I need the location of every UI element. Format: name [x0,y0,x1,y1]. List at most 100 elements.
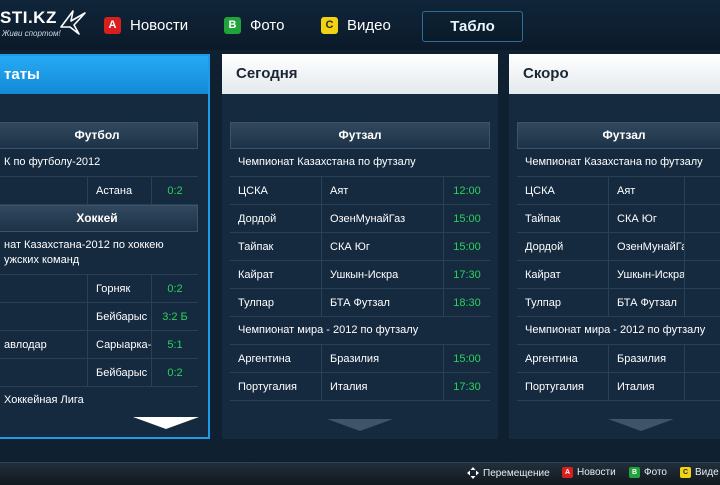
home-team: Португалия [230,373,322,400]
match-result [685,233,720,260]
match-row[interactable]: Тулпар БТА Футзал 18:30 [230,289,490,317]
league-row[interactable]: Хоккейная Лига [0,387,198,411]
logo-text: STI.KZ [0,8,57,27]
nav-video-label: Видео [347,16,391,34]
footer-photo-label: Фото [644,467,667,478]
panel-upcoming[interactable]: Скоро Футзал Чемпионат Казахстана по футза… [509,54,720,439]
match-result: 15:00 [453,241,481,253]
home-team: авлодар [0,331,88,358]
match-result [685,261,720,288]
match-row[interactable]: Аргентина Бразилия 15:00 [230,345,490,373]
match-row[interactable]: Тайпак СКА Юг 15:00 [230,233,490,261]
footer-hints: Перемещение A Новости B Фото C Виде [0,462,720,485]
footer-hint-move: Перемещение [467,467,550,479]
site-logo[interactable]: STI.KZ Живи спортом! [0,7,96,43]
league-row[interactable]: нат Казахстана-2012 по хоккею ужских ком… [0,232,198,275]
home-team: Аргентина [517,345,609,372]
match-row[interactable]: ЦСКА Аят 12:00 [230,177,490,205]
match-row[interactable]: ЦСКА Аят [517,177,720,205]
scroll-down-icon[interactable] [133,417,199,429]
away-team: ОзенМунайГаз [609,233,685,260]
match-result [685,289,720,316]
home-team: ЦСКА [230,177,322,204]
bird-logo-icon [60,10,86,35]
match-row[interactable]: Дордой ОзенМунайГаз [517,233,720,261]
logo-slogan: Живи спортом! [2,29,61,38]
match-row[interactable]: Кайрат Ушкын-Искра 17:30 [230,261,490,289]
home-team: Португалия [517,373,609,400]
home-team: Тулпар [517,289,609,316]
away-team: Сарыарка-2 [88,331,152,358]
league-row[interactable]: Чемпионат Казахстана по футзалу [230,149,490,177]
away-team: СКА Юг [322,233,444,260]
match-result: 0:2 [167,283,183,295]
nav-photo[interactable]: B Фото [224,13,284,37]
sport-header: Футбол [0,122,198,149]
home-team: Кайрат [230,261,322,288]
league-row[interactable]: Чемпионат мира - 2012 по футзалу [230,317,490,345]
panel-body: Футзал Чемпионат Казахстана по футзалу ЦСК… [517,122,720,413]
sport-header: Футзал [230,122,490,149]
away-team: СКА Юг [609,205,685,232]
key-b-icon: B [224,16,241,34]
match-result [685,205,720,232]
sport-header: Хоккей [0,205,198,232]
away-team: Бразилия [322,345,444,372]
match-row[interactable]: Бейбарыс 0:2 [0,359,198,387]
match-row[interactable]: Аргентина Бразилия [517,345,720,373]
match-result: 15:00 [453,213,481,225]
match-row[interactable]: Астана 0:2 [0,177,198,205]
home-team: Тайпак [230,233,322,260]
away-team: Бейбарыс [88,359,152,386]
match-row[interactable]: Дордой ОзенМунайГаз 15:00 [230,205,490,233]
match-result: 15:00 [453,353,481,365]
key-b-small-icon: B [629,467,640,478]
nav-news[interactable]: A Новости [104,13,188,37]
home-team [0,275,88,302]
tablo-button[interactable]: Табло [422,11,523,42]
match-row[interactable]: Португалия Италия [517,373,720,401]
away-team: Италия [322,373,444,400]
panel-title[interactable]: Скоро [509,54,720,94]
match-result [685,345,720,372]
key-a-icon: A [104,16,121,34]
match-row[interactable]: Бейбарыс 3:2 Б [0,303,198,331]
match-result: 5:1 [167,339,183,351]
match-row[interactable]: авлодар Сарыарка-2 5:1 [0,331,198,359]
match-result [685,177,720,204]
nav-video[interactable]: C Видео [321,13,391,37]
home-team [0,177,88,204]
panel-title[interactable]: таты [0,56,208,94]
league-row[interactable]: Чемпионат Казахстана по футзалу [517,149,720,177]
match-result: 3:2 Б [162,311,188,323]
away-team: Горняк [88,275,152,302]
match-result [685,373,720,400]
match-row[interactable]: Тулпар БТА Футзал [517,289,720,317]
panel-today[interactable]: Сегодня Футзал Чемпионат Казахстана по фут… [222,54,498,439]
footer-news-label: Новости [577,467,616,478]
match-row[interactable]: Тайпак СКА Юг [517,205,720,233]
away-team: ОзенМунайГаз [322,205,444,232]
scroll-down-icon[interactable] [608,419,674,431]
footer-video-label: Виде [695,467,719,478]
away-team: Бразилия [609,345,685,372]
match-result: 18:30 [453,297,481,309]
panel-results[interactable]: таты Футбол К по футболу-2012 Астана 0:2 Хокк… [0,54,210,439]
dpad-icon [467,467,479,479]
key-c-icon: C [321,16,338,34]
panel-title[interactable]: Сегодня [222,54,498,94]
match-result: 17:30 [453,381,481,393]
match-row[interactable]: Кайрат Ушкын-Искра [517,261,720,289]
key-a-small-icon: A [562,467,573,478]
home-team: ЦСКА [517,177,609,204]
match-row[interactable]: Горняк 0:2 [0,275,198,303]
match-result: 0:2 [167,367,183,379]
match-row[interactable]: Португалия Италия 17:30 [230,373,490,401]
home-team: Тайпак [517,205,609,232]
league-row[interactable]: Чемпионат мира - 2012 по футзалу [517,317,720,345]
away-team: Аят [322,177,444,204]
league-row[interactable]: К по футболу-2012 [0,149,198,177]
scroll-down-icon[interactable] [327,419,393,431]
match-result: 12:00 [453,185,481,197]
away-team: Ушкын-Искра [609,261,685,288]
